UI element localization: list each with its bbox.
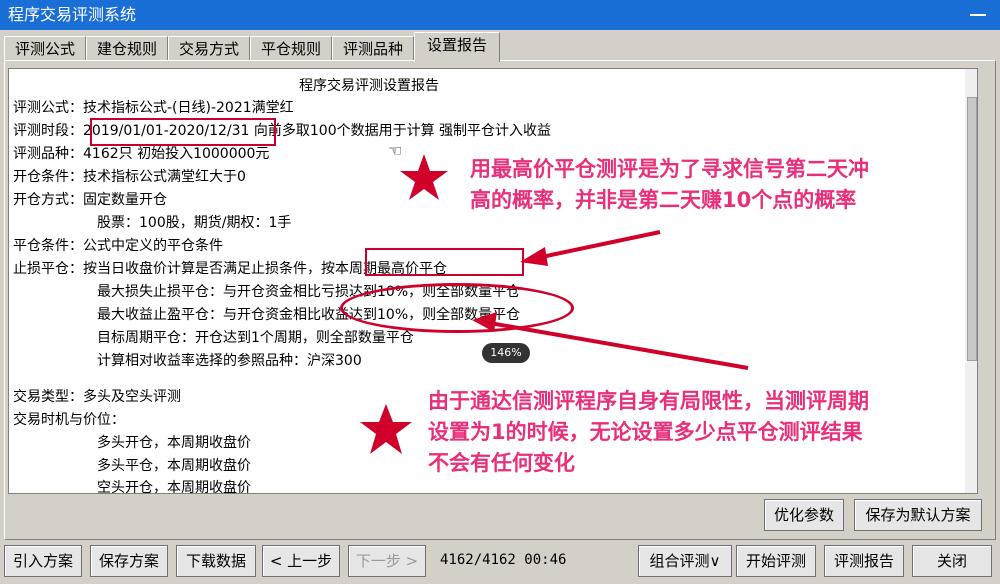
annotation-arrows bbox=[472, 230, 749, 370]
combo-eval-dropdown[interactable]: 组合评测∨ bbox=[638, 545, 732, 577]
start-eval-button[interactable]: 开始评测 bbox=[736, 545, 816, 577]
annotation-line: 设置为1的时候，无论设置多少点平仓测评结果 bbox=[428, 420, 863, 444]
hand-cursor-icon: ☜ bbox=[388, 141, 403, 160]
arrow-line bbox=[531, 230, 661, 261]
annotation-line: 高的概率，并非是第二天赚10个点的概率 bbox=[470, 188, 857, 212]
save-default-button[interactable]: 保存为默认方案 bbox=[854, 499, 982, 531]
import-scheme-button[interactable]: 引入方案 bbox=[4, 545, 82, 577]
annotation-line: 不会有任何变化 bbox=[428, 451, 575, 475]
progress-status: 4162/4162 00:46 bbox=[440, 552, 567, 568]
optimize-params-button[interactable]: 优化参数 bbox=[764, 499, 844, 531]
tab-settings-report[interactable]: 设置报告 bbox=[414, 32, 500, 62]
save-scheme-button[interactable]: 保存方案 bbox=[90, 545, 168, 577]
annotation-line: 由于通达信测评程序自身有局限性，当测评周期 bbox=[428, 389, 869, 413]
close-button[interactable]: 关闭 bbox=[912, 545, 992, 577]
zoom-indicator: 146% bbox=[482, 343, 530, 363]
download-data-button[interactable]: 下载数据 bbox=[176, 545, 256, 577]
next-step-button[interactable]: 下一步 > bbox=[348, 545, 426, 577]
annotation-note-1: 用最高价平仓测评是为了寻求信号第二天冲 高的概率，并非是第二天赚10个点的概率 bbox=[470, 154, 869, 216]
arrow-head-icon bbox=[472, 312, 497, 332]
annotation-line: 用最高价平仓测评是为了寻求信号第二天冲 bbox=[470, 157, 869, 181]
eval-report-button[interactable]: 评测报告 bbox=[824, 545, 904, 577]
arrow-head-icon bbox=[520, 247, 548, 266]
prev-step-button[interactable]: < 上一步 bbox=[262, 545, 340, 577]
annotation-note-2: 由于通达信测评程序自身有局限性，当测评周期 设置为1的时候，无论设置多少点平仓测… bbox=[428, 386, 869, 479]
